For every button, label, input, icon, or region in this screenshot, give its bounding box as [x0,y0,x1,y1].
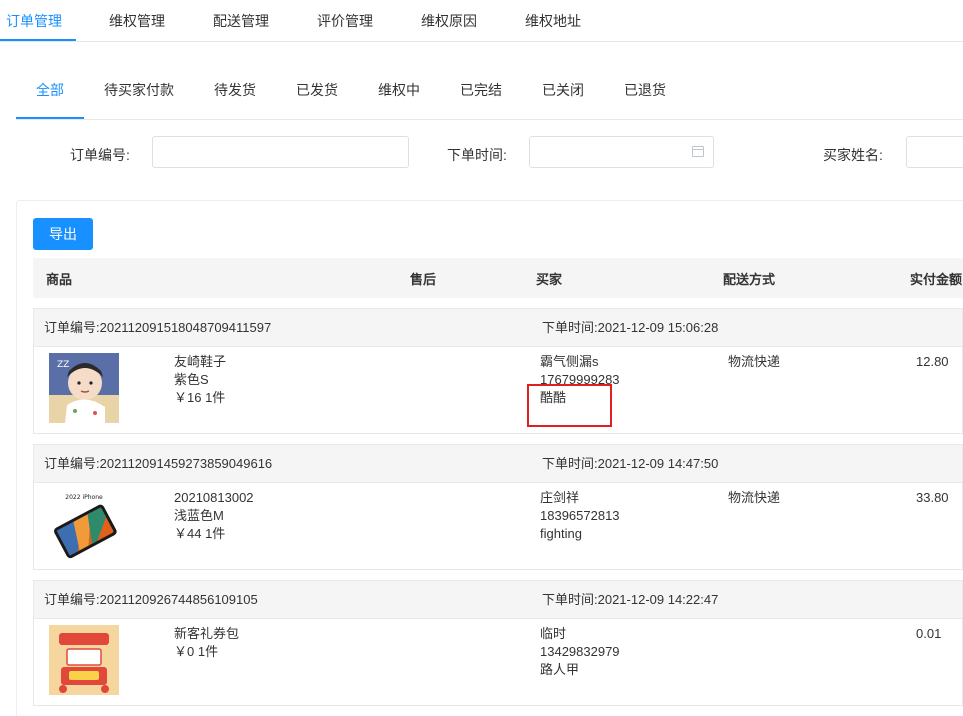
paid-amount: 12.80 [916,354,949,369]
col-delivery: 配送方式 [723,272,776,287]
product-name: 20210813002 [174,490,254,505]
buyer-name-label: 买家姓名: [823,147,883,163]
top-nav: 订单管理 维权管理 配送管理 评价管理 维权原因 维权地址 [0,0,963,42]
table-header: 商品 售后 买家 配送方式 实付金额 [33,258,963,298]
buyer-phone: 18396572813 [540,508,620,523]
buyer-name: 临时 [540,626,567,641]
product-thumbnail[interactable] [49,625,119,695]
product-name: 友崎鞋子 [174,354,227,369]
order-card: 订单编号:2021120926744856109105 下单时间:2021-12… [33,580,963,706]
nav-order-management[interactable]: 订单管理 [6,0,62,42]
product-thumbnail[interactable]: 2022 iPhone [49,489,119,559]
buyer-name: 霸气侧漏s [540,354,599,369]
buyer-note: 路人甲 [540,662,580,677]
order-number: 订单编号:202112091459273859049616 [44,456,273,471]
phone-product-thumbnail-icon: 2022 iPhone [49,489,119,559]
thumb-caption: 2022 iPhone [65,494,103,501]
tab-in-dispute[interactable]: 维权中 [378,60,420,120]
paid-amount: 0.01 [916,626,942,641]
product-thumbnail[interactable]: ZZ [49,353,119,423]
delivery-method: 物流快递 [728,354,781,369]
col-product: 商品 [46,272,73,287]
tab-awaiting-shipment[interactable]: 待发货 [214,60,256,120]
order-card-header: 订单编号:202112091518048709411597 下单时间:2021-… [34,309,962,347]
delivery-method: 物流快递 [728,490,781,505]
order-number: 订单编号:2021120926744856109105 [44,592,258,607]
nav-active-indicator [0,39,76,41]
order-no-input[interactable] [152,136,409,168]
product-name: 新客礼券包 [174,626,240,641]
order-time-label: 下单时间: [447,147,507,163]
nav-delivery-management[interactable]: 配送管理 [213,0,269,42]
product-price-qty: ￥0 1件 [174,644,219,659]
tab-active-indicator [16,117,84,119]
paid-amount: 33.80 [916,490,949,505]
calendar-icon[interactable] [692,146,704,157]
export-button[interactable]: 导出 [33,218,93,250]
order-card-header: 订单编号:202112091459273859049616 下单时间:2021-… [34,445,962,483]
tab-awaiting-payment[interactable]: 待买家付款 [104,60,174,120]
nav-rights-management[interactable]: 维权管理 [109,0,165,42]
order-time-input[interactable] [529,136,714,168]
buyer-note: fighting [540,526,582,541]
tab-shipped[interactable]: 已发货 [296,60,338,120]
buyer-note: 酷酷 [540,390,567,405]
tab-returned[interactable]: 已退货 [624,60,666,120]
order-time: 下单时间:2021-12-09 14:47:50 [542,456,719,471]
order-card: 订单编号:202112091518048709411597 下单时间:2021-… [33,308,963,434]
order-card: 订单编号:202112091459273859049616 下单时间:2021-… [33,444,963,570]
tab-closed[interactable]: 已关闭 [542,60,584,120]
product-price-qty: ￥16 1件 [174,390,226,405]
order-number: 订单编号:202112091518048709411597 [44,320,272,335]
product-spec: 浅蓝色M [174,508,224,523]
order-card-header: 订单编号:2021120926744856109105 下单时间:2021-12… [34,581,962,619]
col-after-sales: 售后 [410,272,437,287]
gift-coupon-thumbnail-icon [49,625,119,695]
tab-all[interactable]: 全部 [36,60,64,120]
nav-rights-reason[interactable]: 维权原因 [421,0,477,42]
tab-completed[interactable]: 已完结 [460,60,502,120]
buyer-name-input[interactable] [906,136,963,168]
cartoon-character-thumbnail-icon: ZZ [49,353,119,423]
order-time: 下单时间:2021-12-09 15:06:28 [542,320,719,335]
order-no-label: 订单编号: [70,147,130,163]
buyer-phone: 17679999283 [540,372,620,387]
nav-rights-address[interactable]: 维权地址 [525,0,581,42]
product-spec: 紫色S [174,372,209,387]
buyer-phone: 13429832979 [540,644,620,659]
col-buyer: 买家 [536,272,563,287]
product-price-qty: ￥44 1件 [174,526,226,541]
order-time: 下单时间:2021-12-09 14:22:47 [542,592,719,607]
nav-review-management[interactable]: 评价管理 [317,0,373,42]
buyer-name: 庄剑祥 [540,490,580,505]
status-tabs: 全部 待买家付款 待发货 已发货 维权中 已完结 已关闭 已退货 [16,60,963,120]
col-amount: 实付金额 [910,272,963,287]
svg-text:ZZ: ZZ [57,360,69,370]
